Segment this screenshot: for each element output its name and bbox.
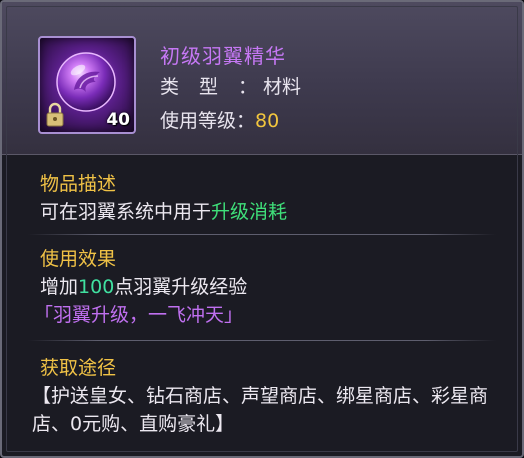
- description-text-prefix: 可在羽翼系统中用于: [40, 201, 212, 223]
- description-highlight: 升级消耗: [211, 201, 288, 223]
- item-type-value: 材料: [263, 76, 302, 98]
- divider: [28, 234, 496, 235]
- effect-text-prefix: 增加: [40, 276, 79, 298]
- description-section: 物品描述 可在羽翼系统中用于升级消耗: [40, 170, 287, 226]
- effect-slogan: 「羽翼升级，一飞冲天」: [34, 304, 244, 326]
- item-level-label: 使用等级：: [160, 110, 256, 132]
- item-type-row: 类型：材料: [160, 72, 301, 99]
- source-text: 【护送皇女、钻石商店、声望商店、绑星商店、彩星商店、0元购、直购豪礼】: [32, 385, 489, 435]
- description-title: 物品描述: [40, 173, 117, 195]
- item-header: 40 初级羽翼精华 类型：材料 使用等级：80: [2, 2, 522, 155]
- stack-count: 40: [106, 110, 130, 130]
- effect-amount: 100: [78, 276, 115, 298]
- effect-title: 使用效果: [40, 248, 117, 270]
- item-level-value: 80: [255, 110, 280, 132]
- item-level-row: 使用等级：80: [160, 106, 279, 133]
- effect-text-suffix: 点羽翼升级经验: [114, 276, 248, 298]
- item-name: 初级羽翼精华: [160, 44, 286, 68]
- lock-icon: [46, 102, 64, 127]
- item-icon-slot[interactable]: 40: [38, 36, 136, 134]
- source-section: 获取途径: [40, 354, 116, 382]
- divider: [28, 340, 496, 341]
- effect-text: 增加100点羽翼升级经验: [40, 273, 247, 301]
- item-tooltip: 40 初级羽翼精华 类型：材料 使用等级：80 物品描述 可在羽翼系统中用于升级…: [0, 0, 524, 458]
- source-title: 获取途径: [40, 357, 117, 379]
- description-text: 可在羽翼系统中用于升级消耗: [40, 198, 287, 226]
- effect-section: 使用效果 增加100点羽翼升级经验 「羽翼升级，一飞冲天」: [34, 245, 247, 329]
- item-type-label: 类型：: [160, 76, 278, 98]
